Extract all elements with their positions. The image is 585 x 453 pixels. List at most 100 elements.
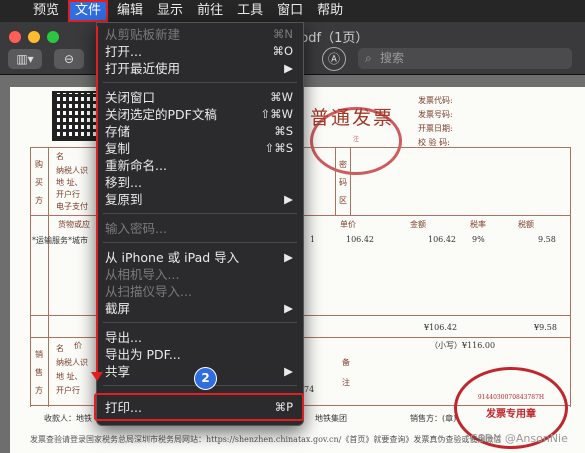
seal-stamp-top-text: 注 [352,136,359,143]
menu-item-save[interactable]: 存储 ⌘S [97,123,303,140]
watermark: CSDN @AnsonNie [470,432,568,445]
issuer: 销售方：(章) [410,414,457,423]
menu-item-label: 输入密码... [105,221,167,236]
buyer-field: 电子支付 [56,202,88,211]
markup-button[interactable]: Ⓐ [322,47,346,71]
menu-go[interactable]: 前往 [190,0,230,22]
menu-item-revert-to[interactable]: 复原到 ▶ [97,191,303,208]
buyer-label: 方 [35,196,43,205]
total-label: 价 [74,341,82,350]
seller-label: 方 [35,386,43,395]
menu-item-label: 导出为 PDF... [105,347,181,362]
menu-item-label: 从 iPhone 或 iPad 导入 [105,250,240,265]
menu-item-rename[interactable]: 重新命名... [97,157,303,174]
menu-item-export[interactable]: 导出... [97,329,303,346]
remarks-label: 注 [342,378,350,387]
menu-item-label: 导出... [105,330,142,345]
menu-item-label: 共享 [105,364,131,379]
menu-item-shortcut: ⇧⌘W [260,107,293,121]
menu-item-enter-password[interactable]: 输入密码... [97,220,303,237]
item-tax: 9.58 [538,235,556,244]
column-header: 税率 [470,220,486,229]
invoice-footer: 发票查验请登录国家税务总局深圳市税务局网站：https://shenzhen.c… [30,435,502,444]
amount-total: ¥106.42 [424,323,458,332]
seller-label: 售 [35,368,43,377]
table-border [48,147,49,407]
buyer-label: 买 [35,178,43,187]
item-name: *运输服务*城市 [32,236,88,245]
invoice-code-label: 发票代码: [418,96,453,105]
table-border [570,147,571,407]
menu-item-import-from-iphone[interactable]: 从 iPhone 或 iPad 导入 ▶ [97,249,303,266]
qr-code [52,91,102,141]
menu-app[interactable]: 预览 [26,0,66,22]
invoice-title: 普通发票 [310,107,395,129]
annotation-arrow [96,26,98,374]
menu-item-import-from-camera[interactable]: 从相机导入... [97,266,303,283]
menu-item-shortcut: ⌘O [272,44,293,58]
menu-item-close-window[interactable]: 关闭窗口 ⌘W [97,89,303,106]
menu-file[interactable]: 文件 [68,0,109,22]
seal-stamp-label: 发票专用章 [486,409,536,420]
item-unit-price: 106.42 [346,235,374,244]
search-field[interactable]: ⌕ 搜索 [358,48,572,69]
buyer-field: 开户行 [56,190,80,199]
total-small: （小写）¥116.00 [430,341,496,350]
column-header: 税额 [518,220,534,229]
menu-bar: 预览 文件 编辑 显示 前往 工具 窗口 帮助 [0,0,585,22]
column-header: 单价 [340,220,356,229]
seller-field: 开户行 [56,386,80,395]
item-rate: 9% [472,235,485,244]
table-border [30,147,31,407]
search-icon: ⌕ [365,51,372,65]
submenu-arrow-icon: ▶ [284,250,293,264]
sidebar-toggle-button[interactable]: ▥▾ [8,49,42,69]
seller-field: 纳税人识 [56,358,88,367]
menu-window[interactable]: 窗口 [270,0,310,22]
menu-item-label: 从相机导入... [105,267,180,282]
menu-item-screenshot[interactable]: 截屏 ▶ [97,300,303,317]
seller-label: 销 [35,350,43,359]
menu-help[interactable]: 帮助 [310,0,350,22]
submenu-arrow-icon: ▶ [284,301,293,315]
menu-item-import-from-scanner[interactable]: 从扫描仪导入... [97,283,303,300]
menu-view[interactable]: 显示 [150,0,190,22]
zoom-out-button[interactable]: ⊖ [54,49,84,69]
item-amount: 106.42 [428,235,456,244]
close-window-button[interactable] [9,31,21,43]
menu-edit[interactable]: 编辑 [110,0,150,22]
item-qty: 1 [310,235,316,244]
submenu-arrow-icon: ▶ [284,364,293,378]
minimize-window-button[interactable] [28,31,40,43]
menu-item-export-as-pdf[interactable]: 导出为 PDF... [97,346,303,363]
menu-item-open-recent[interactable]: 打开最近使用 ▶ [97,60,303,77]
seller-field: 地 址、 [56,372,83,381]
menu-item-close-selected-pdf[interactable]: 关闭选定的PDF文稿 ⇧⌘W [97,106,303,123]
buyer-label: 购 [35,160,43,169]
menu-item-duplicate[interactable]: 复制 ⇧⌘S [97,140,303,157]
zoom-window-button[interactable] [47,31,59,43]
zoom-out-icon: ⊖ [63,52,75,66]
column-header: 金额 [410,220,426,229]
table-border [350,147,351,215]
tax-total: ¥9.58 [534,323,557,332]
menu-tools[interactable]: 工具 [230,0,270,22]
markup-icon: Ⓐ [327,52,340,66]
buyer-field: 纳税人识 [56,166,88,175]
menu-item-move-to[interactable]: 移到... [97,174,303,191]
sidebar-icon: ▥▾ [16,52,34,66]
invoice-date-label: 开票日期: [418,124,453,133]
menu-separator [103,242,297,243]
menu-item-label: 重新命名... [105,158,167,173]
buyer-field: 地 址、 [56,178,83,187]
secret-label: 码 [339,178,347,187]
menu-item-new-from-clipboard[interactable]: 从剪贴板新建 ⌘N [97,26,303,43]
menu-separator [103,213,297,214]
menu-item-label: 关闭窗口 [105,90,156,105]
menu-separator [103,82,297,83]
menu-item-open[interactable]: 打开... ⌘O [97,43,303,60]
menu-item-label: 打开最近使用 [105,61,181,76]
seal-stamp-id: 9144030070843787H [477,394,545,401]
annotation-highlight-box [94,393,304,421]
secret-label: 区 [339,196,347,205]
